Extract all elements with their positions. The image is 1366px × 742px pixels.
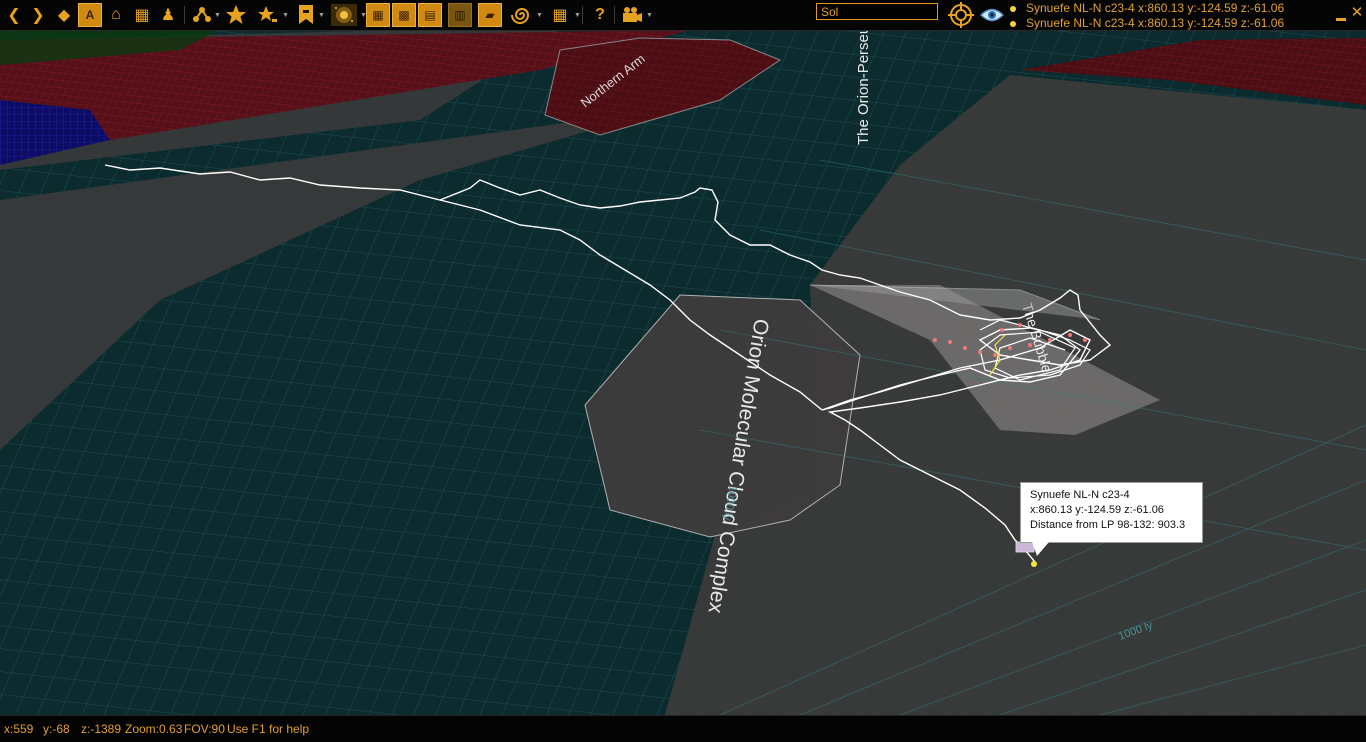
- minimize-button[interactable]: [1334, 8, 1348, 22]
- chevron-down-icon[interactable]: ▼: [574, 12, 581, 19]
- galaxy-map-viewport[interactable]: The Orion-Perseus Gap Northern Arm Orion…: [0, 30, 1366, 715]
- network-icon: [193, 7, 211, 22]
- commander-button[interactable]: ♟: [156, 3, 180, 27]
- eye-icon[interactable]: [980, 8, 1004, 22]
- bookmark-button[interactable]: [294, 3, 318, 27]
- grid-coords-icon: ▤: [424, 8, 436, 22]
- regions-button[interactable]: ▥: [448, 3, 472, 27]
- status-zoom: Zoom:0.63: [125, 722, 183, 736]
- coarse-grid-icon: ▦: [372, 8, 384, 22]
- galaxy-image-icon: [331, 4, 357, 26]
- star-filter-button[interactable]: [256, 3, 280, 27]
- diamond-icon: ◆: [57, 7, 71, 24]
- bookmark-icon: [299, 5, 313, 24]
- plane-button[interactable]: ▰: [478, 3, 502, 27]
- current-system-text: Synuefe NL-N c23-4 x:860.13 y:-124.59 z:…: [1026, 1, 1285, 15]
- gem-button[interactable]: ◆: [52, 3, 76, 27]
- selected-system-info: Synuefe NL-N c23-4 x:860.13 y:-124.59 z:…: [1010, 16, 1284, 30]
- status-bar: x:559 y:-68 z:-1389 Zoom:0.63 FOV:90 Use…: [0, 715, 1366, 742]
- home-icon: ⌂: [111, 6, 121, 23]
- selected-system-dot[interactable]: [1031, 561, 1037, 567]
- grid-coords-button[interactable]: ▤: [418, 3, 442, 27]
- star-filter-icon: [258, 6, 277, 22]
- status-fov: FOV:90: [184, 722, 225, 736]
- forward-button[interactable]: ❯: [26, 3, 50, 27]
- grid-icon: ▦: [134, 7, 150, 24]
- help-button[interactable]: ?: [588, 3, 612, 27]
- status-z: z:-1389: [81, 722, 122, 736]
- camera-button[interactable]: [620, 3, 644, 27]
- data-grid-button[interactable]: ▦: [548, 3, 572, 27]
- links-button[interactable]: [190, 3, 214, 27]
- spiral-galaxy-icon: [511, 8, 530, 24]
- close-icon: ✕: [1350, 4, 1364, 21]
- home-button[interactable]: ⌂: [104, 3, 128, 27]
- selected-system-text: Synuefe NL-N c23-4 x:860.13 y:-124.59 z:…: [1026, 16, 1285, 30]
- route-button[interactable]: A: [78, 3, 102, 27]
- status-dot: [1010, 20, 1016, 27]
- chevron-right-icon: ❯: [31, 7, 45, 24]
- video-camera-icon: [623, 7, 642, 22]
- chevron-down-icon[interactable]: ▼: [282, 12, 289, 19]
- fine-grid-icon: ▩: [398, 8, 410, 22]
- status-y: y:-68: [43, 722, 70, 736]
- tooltip-pointer: [1032, 542, 1049, 556]
- region-label-gap: The Orion-Perseus Gap: [855, 30, 872, 145]
- toolbar: ❮ ❯ ◆ A ⌂ ▦ ♟ ▼ ▼ ▼ ▼ ▦ ▩ ▤ ▥ ▰ ▼ ▦ ▼ ? …: [0, 0, 1366, 31]
- current-system-info: Synuefe NL-N c23-4 x:860.13 y:-124.59 z:…: [1010, 1, 1284, 15]
- toolbar-separator: [184, 6, 185, 24]
- back-button[interactable]: ❮: [2, 3, 26, 27]
- chevron-down-icon[interactable]: ▼: [214, 12, 221, 19]
- search-input[interactable]: [816, 3, 938, 20]
- tooltip-distance: Distance from LP 98-132: 903.3: [1030, 519, 1186, 531]
- crosshair-target-icon[interactable]: [948, 2, 974, 28]
- tooltip-system-name: Synuefe NL-N c23-4: [1030, 489, 1130, 501]
- coarse-grid-button[interactable]: ▦: [366, 3, 390, 27]
- regions-icon: ▥: [454, 8, 466, 22]
- star-button[interactable]: [224, 3, 248, 27]
- route-icon: A: [85, 8, 95, 22]
- grid-button[interactable]: ▦: [130, 3, 154, 27]
- system-tooltip: Synuefe NL-N c23-4 x:860.13 y:-124.59 z:…: [1020, 482, 1203, 543]
- chevron-down-icon[interactable]: ▼: [646, 12, 653, 19]
- chevron-left-icon: ❮: [7, 7, 21, 24]
- status-dot: [1010, 5, 1016, 12]
- galaxy-image-button[interactable]: [330, 3, 358, 27]
- toolbar-separator: [582, 6, 583, 24]
- plane-icon: ▰: [485, 8, 495, 22]
- status-x: x:559: [4, 722, 34, 736]
- commander-icon: ♟: [160, 7, 176, 24]
- spiral-button[interactable]: [510, 3, 534, 27]
- chevron-down-icon[interactable]: ▼: [536, 12, 543, 19]
- chevron-down-icon[interactable]: ▼: [318, 12, 325, 19]
- fine-grid-button[interactable]: ▩: [392, 3, 416, 27]
- help-icon: ?: [595, 6, 605, 23]
- tooltip-coordinates: x:860.13 y:-124.59 z:-61.06: [1030, 504, 1164, 516]
- status-help: Use F1 for help: [227, 722, 310, 736]
- data-grid-icon: ▦: [552, 7, 568, 24]
- star-icon: [226, 5, 246, 24]
- toolbar-separator: [614, 6, 615, 24]
- close-button[interactable]: ✕: [1350, 4, 1364, 21]
